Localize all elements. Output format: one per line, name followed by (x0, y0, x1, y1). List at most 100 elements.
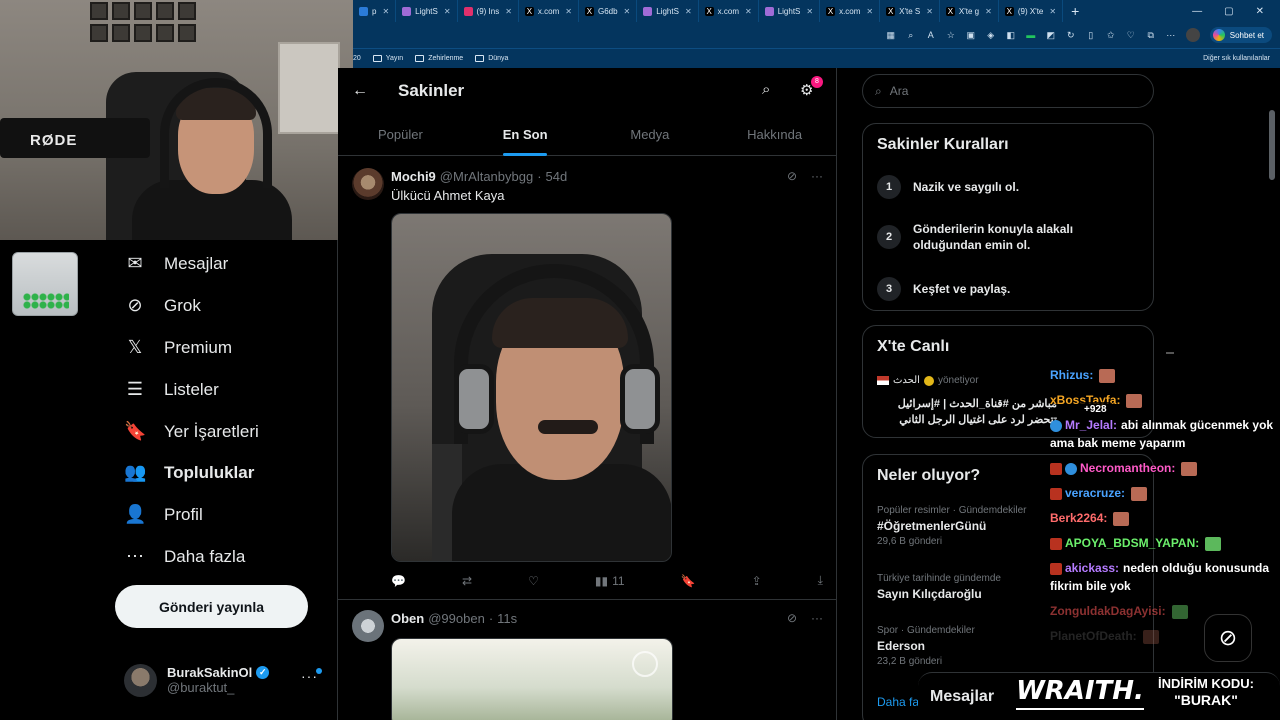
close-icon[interactable]: ✕ (1049, 7, 1056, 16)
extension-icon[interactable]: ◧ (1006, 30, 1016, 40)
grok-icon[interactable]: ⊘ (787, 611, 797, 625)
tab-popüler[interactable]: Popüler (338, 114, 463, 155)
trend-item[interactable]: Türkiye tarihinde gündemde Sayın Kılıçdar… (877, 573, 1001, 601)
back-arrow-icon[interactable]: ← (352, 82, 368, 100)
trend-item[interactable]: Popüler resimler · Gündemdekiler #Öğretme… (877, 505, 1027, 547)
browser-tab[interactable]: X X'te S ✕ (880, 0, 940, 22)
favorites-icon[interactable]: ✩ (1106, 30, 1116, 40)
share-icon[interactable]: ⇪ (752, 573, 762, 588)
close-icon[interactable]: ✕ (926, 7, 933, 16)
tab-hakkında[interactable]: Hakkında (712, 114, 837, 155)
search-input[interactable]: ⌕ Ara (862, 74, 1154, 108)
nav-item-yer-i-şaretleri[interactable]: 🔖 Yer İşaretleri (124, 421, 259, 442)
close-icon[interactable]: ✕ (444, 7, 451, 16)
folder-icon (475, 55, 485, 62)
close-icon[interactable]: ✕ (806, 7, 813, 16)
browser-essentials-icon[interactable]: ♡ (1126, 30, 1136, 40)
close-icon[interactable]: ✕ (565, 7, 572, 16)
browser-tab[interactable]: Xx.com ✕ (519, 0, 579, 22)
browser-tab[interactable]: p ✕ (353, 0, 397, 22)
post-timestamp[interactable]: 54d (546, 169, 568, 184)
bookmark-item[interactable]: Dünya (475, 55, 508, 62)
more-dots-icon[interactable]: ··· (811, 169, 823, 183)
extension-icon[interactable]: ◩ (1046, 30, 1056, 40)
repost-icon[interactable]: ⇄ (462, 573, 472, 588)
more-dots-icon[interactable]: ··· (301, 668, 318, 684)
split-screen-icon[interactable]: ▯ (1086, 30, 1096, 40)
extension-icon[interactable]: ▬ (1026, 30, 1036, 40)
post[interactable]: Oben @99oben · 11s ⊘ ··· (338, 610, 837, 720)
new-tab-icon[interactable]: + (1063, 3, 1087, 19)
download-icon[interactable]: ⤓ (818, 573, 823, 588)
close-icon[interactable]: ✕ (685, 7, 692, 16)
post-author-handle[interactable]: @99oben (428, 611, 485, 626)
bookmark-item[interactable]: 20 (353, 55, 361, 62)
close-icon[interactable]: ✕ (382, 7, 389, 16)
avatar[interactable] (352, 610, 384, 642)
other-bookmarks[interactable]: Diğer sık kullanılanlar (1199, 55, 1280, 62)
nav-item-grok[interactable]: ⊘ Grok (124, 295, 200, 316)
search-icon[interactable]: ⌕ (762, 81, 770, 98)
post-video[interactable] (391, 213, 672, 562)
like-icon[interactable]: ♡ (528, 573, 539, 588)
account-switcher[interactable]: BurakSakinOl ✓ @buraktut_ ··· (124, 660, 330, 700)
close-icon[interactable]: ✕ (985, 7, 992, 16)
show-more-link[interactable]: Daha fa (877, 695, 919, 709)
live-title[interactable]: مباشر من #قناة_الحدث | #إسرائيل تتحضر لر… (877, 396, 1057, 428)
bookmark-icon[interactable]: 🔖 (681, 573, 696, 588)
post-author-handle[interactable]: @MrAltanbybgg (440, 169, 533, 184)
reply-icon[interactable]: 💬 (391, 573, 406, 588)
refresh-extension-icon[interactable]: ↻ (1066, 30, 1076, 40)
post-timestamp[interactable]: 11s (497, 611, 517, 626)
close-icon[interactable]: ✕ (745, 7, 752, 16)
browser-tab[interactable]: X (9) X'te ✕ (999, 0, 1064, 22)
maximize-icon[interactable]: ▢ (1224, 6, 1233, 17)
views-button[interactable]: ▮▮ 11 (595, 573, 625, 588)
browser-tab-title: (9) X'te (1017, 6, 1044, 16)
post-image[interactable] (391, 638, 673, 720)
browser-tab[interactable]: LightS ✕ (637, 0, 699, 22)
nav-item-daha-fazla[interactable]: ⋯ Daha fazla (124, 546, 245, 567)
post-author-name[interactable]: Oben (391, 611, 424, 626)
browser-tab[interactable]: LightS ✕ (396, 0, 458, 22)
extension-icon[interactable]: ▣ (966, 30, 976, 40)
post-author-name[interactable]: Mochi9 (391, 169, 436, 184)
more-icon[interactable]: ⋯ (1166, 30, 1176, 40)
browser-tab[interactable]: Xx.com ✕ (699, 0, 759, 22)
nav-item-premium[interactable]: 𝕏 Premium (124, 337, 232, 358)
grok-icon[interactable]: ⊘ (787, 169, 797, 183)
close-icon[interactable]: ✕ (505, 7, 512, 16)
browser-tab[interactable]: X G6db ✕ (579, 0, 638, 22)
close-icon[interactable]: ✕ (624, 7, 631, 16)
browser-tab[interactable]: Xx.com ✕ (820, 0, 881, 22)
nav-item-listeler[interactable]: ☰ Listeler (124, 379, 219, 400)
read-aloud-icon[interactable]: A (926, 30, 936, 40)
nav-item-profil[interactable]: 👤 Profil (124, 504, 203, 525)
copilot-button[interactable]: Sohbet et (1209, 27, 1272, 43)
favorite-star-icon[interactable]: ☆ (946, 30, 956, 40)
scrollbar[interactable] (1269, 110, 1275, 180)
minimize-icon[interactable]: — (1192, 6, 1202, 17)
browser-tab[interactable]: (9) Ins ✕ (458, 0, 519, 22)
apps-icon[interactable]: ▦ (886, 30, 896, 40)
avatar[interactable] (352, 168, 384, 200)
bookmark-item[interactable]: Zehirlenme (415, 55, 463, 62)
more-dots-icon[interactable]: ··· (811, 611, 823, 625)
nav-item-topluluklar[interactable]: 👥 Topluluklar (124, 462, 254, 483)
profile-avatar[interactable] (1185, 28, 1200, 42)
nav-item-mesajlar[interactable]: ✉ Mesajlar (124, 253, 228, 274)
tab-en-son[interactable]: En Son (463, 114, 588, 155)
collections-icon[interactable]: ⧉ (1146, 30, 1156, 40)
extension-icon[interactable]: ◈ (986, 30, 996, 40)
bookmark-item[interactable]: Yayın (372, 55, 403, 62)
browser-tab[interactable]: X X'te g ✕ (940, 0, 999, 22)
zoom-icon[interactable]: ⌕ (906, 30, 916, 40)
close-window-icon[interactable]: ✕ (1256, 6, 1264, 17)
browser-tab[interactable]: LightS ✕ (759, 0, 821, 22)
trend-item[interactable]: Spor · Gündemdekiler Ederson 23,2 B gönder… (877, 625, 975, 667)
tab-medya[interactable]: Medya (588, 114, 713, 155)
grok-icon[interactable]: ⊘ (1204, 614, 1252, 662)
post[interactable]: Mochi9 @MrAltanbybgg · 54d ⊘ ··· Ülkücü … (338, 168, 837, 599)
close-icon[interactable]: ✕ (866, 7, 873, 16)
post-button[interactable]: Gönderi yayınla (115, 585, 308, 628)
